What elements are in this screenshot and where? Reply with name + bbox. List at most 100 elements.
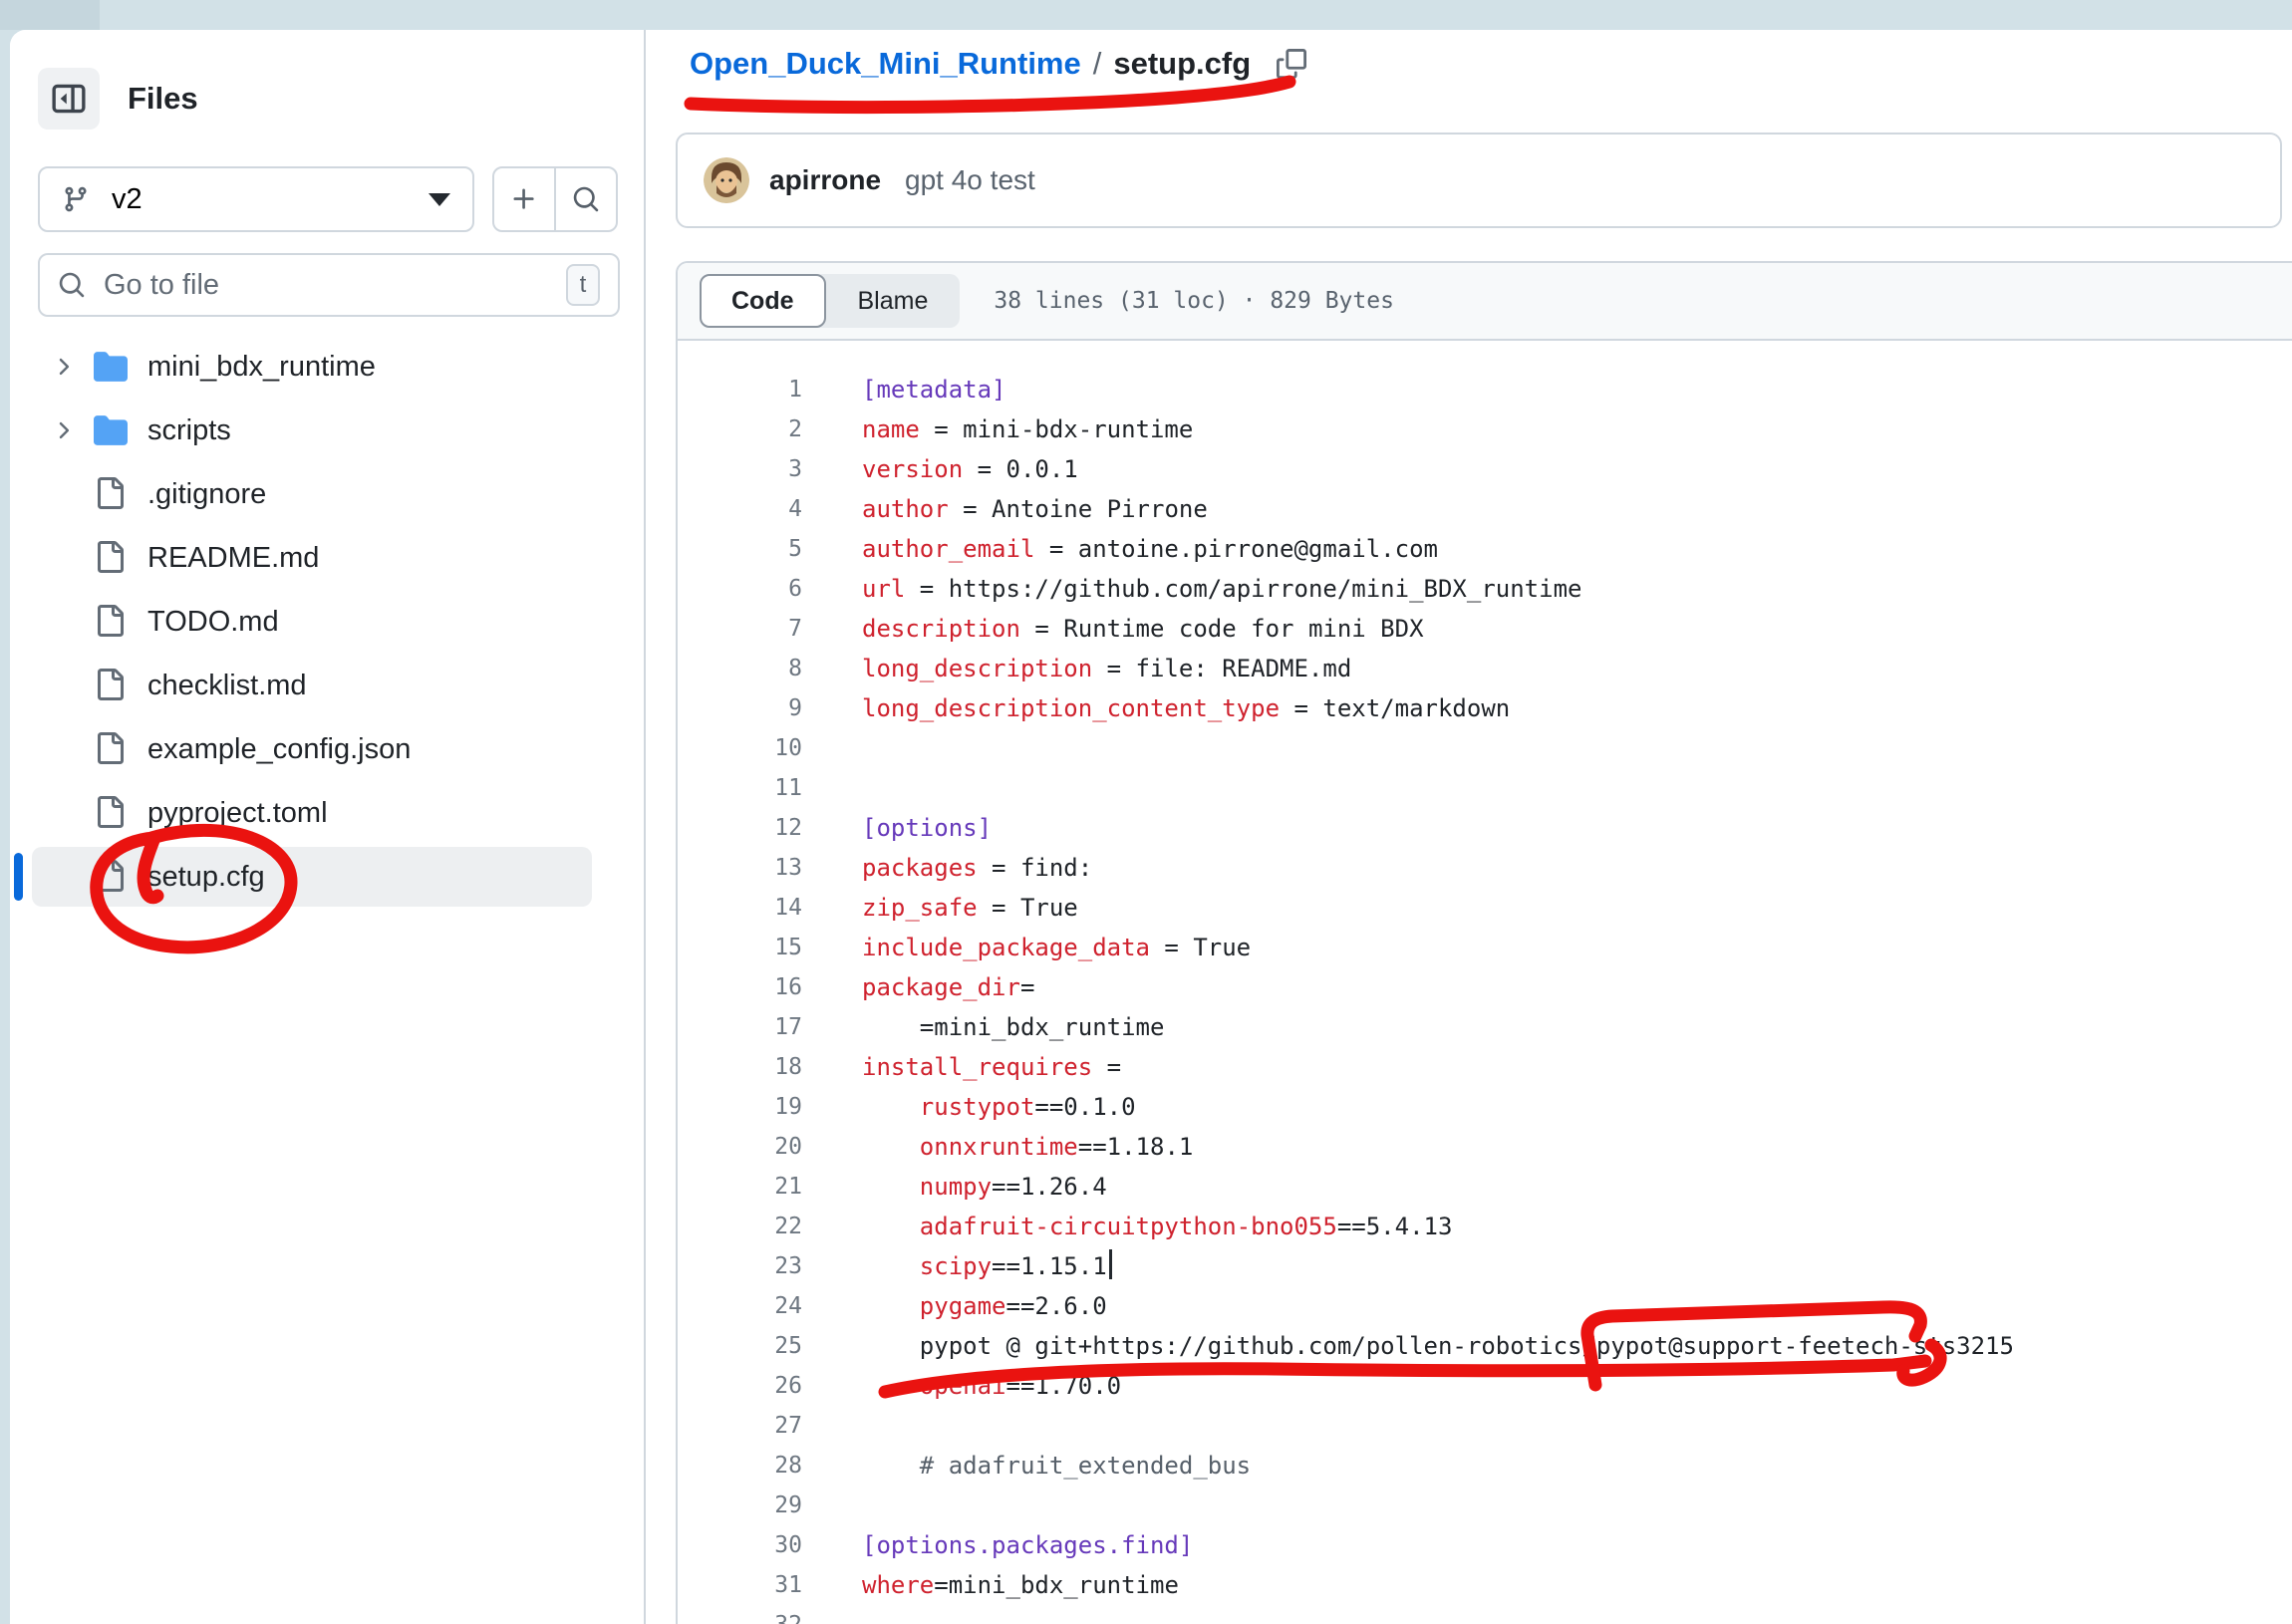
tree-item-label: TODO.md xyxy=(147,606,279,639)
line-number[interactable]: 30 xyxy=(678,1525,802,1565)
tree-item-checklist.md[interactable]: checklist.md xyxy=(10,654,644,717)
chevron-right-icon[interactable] xyxy=(50,354,76,380)
code-line-7: 7 description = Runtime code for mini BDX xyxy=(678,609,2292,649)
code-line-28: 28 # adafruit_extended_bus xyxy=(678,1446,2292,1486)
tree-item-label: .gitignore xyxy=(147,478,266,511)
line-number[interactable]: 32 xyxy=(678,1605,802,1624)
chevron-right-icon[interactable] xyxy=(50,417,76,443)
code-line-9: 9long_description_content_type = text/ma… xyxy=(678,688,2292,728)
file-icon xyxy=(94,796,128,830)
copy-path-button[interactable] xyxy=(1277,49,1306,79)
selected-row-accent-bar xyxy=(14,853,23,901)
line-number[interactable]: 13 xyxy=(678,848,802,888)
breadcrumb: Open_Duck_Mini_Runtime / setup.cfg xyxy=(690,46,1306,82)
line-content: [options.packages.find] xyxy=(862,1525,1193,1565)
line-content: numpy==1.26.4 xyxy=(862,1167,1107,1207)
tree-item-label: scripts xyxy=(147,414,231,447)
folder-icon xyxy=(94,413,128,447)
line-number[interactable]: 7 xyxy=(678,609,802,649)
line-number[interactable]: 26 xyxy=(678,1366,802,1406)
line-number[interactable]: 25 xyxy=(678,1326,802,1366)
file-icon xyxy=(94,860,128,894)
line-number[interactable]: 24 xyxy=(678,1286,802,1326)
tab-blame[interactable]: Blame xyxy=(826,274,961,328)
file-tree: mini_bdx_runtimescripts .gitignore README.… xyxy=(10,335,644,909)
line-content: include_package_data = True xyxy=(862,928,1251,967)
tree-item-setup.cfg[interactable]: setup.cfg xyxy=(10,845,644,909)
line-number[interactable]: 20 xyxy=(678,1127,802,1167)
tree-item-TODO.md[interactable]: TODO.md xyxy=(10,590,644,654)
line-number[interactable]: 31 xyxy=(678,1565,802,1605)
shortcut-key-badge: t xyxy=(566,264,600,306)
breadcrumb-repo-link[interactable]: Open_Duck_Mini_Runtime xyxy=(690,46,1081,82)
file-view-header: Code Blame 38 lines (31 loc) · 829 Bytes xyxy=(678,263,2292,341)
line-number[interactable]: 9 xyxy=(678,688,802,728)
commit-message[interactable]: gpt 4o test xyxy=(905,164,1035,196)
code-line-29: 29 xyxy=(678,1486,2292,1525)
line-content: install_requires = xyxy=(862,1047,1121,1087)
files-header: Files xyxy=(38,68,198,130)
line-number[interactable]: 27 xyxy=(678,1406,802,1446)
tree-item-mini_bdx_runtime[interactable]: mini_bdx_runtime xyxy=(10,335,644,399)
line-number[interactable]: 19 xyxy=(678,1087,802,1127)
line-number[interactable]: 22 xyxy=(678,1207,802,1246)
line-number[interactable]: 28 xyxy=(678,1446,802,1486)
line-number[interactable]: 5 xyxy=(678,529,802,569)
line-number[interactable]: 21 xyxy=(678,1167,802,1207)
new-file-button[interactable] xyxy=(494,168,554,230)
code-line-30: 30 [options.packages.find] xyxy=(678,1525,2292,1565)
line-number[interactable]: 16 xyxy=(678,967,802,1007)
line-number[interactable]: 1 xyxy=(678,370,802,409)
line-number[interactable]: 3 xyxy=(678,449,802,489)
line-content: author_email = antoine.pirrone@gmail.com xyxy=(862,529,1438,569)
commit-author[interactable]: apirrone xyxy=(769,164,881,196)
line-number[interactable]: 29 xyxy=(678,1486,802,1525)
line-number[interactable]: 11 xyxy=(678,768,802,808)
line-content: # adafruit_extended_bus xyxy=(862,1446,1251,1486)
line-number[interactable]: 15 xyxy=(678,928,802,967)
git-branch-icon xyxy=(62,185,90,213)
tree-item-README.md[interactable]: README.md xyxy=(10,526,644,590)
go-to-file-input[interactable]: Go to file t xyxy=(38,253,620,317)
tree-item-scripts[interactable]: scripts xyxy=(10,399,644,462)
code-line-16: 16 package_dir= xyxy=(678,967,2292,1007)
code-line-24: 24 pygame==2.6.0 xyxy=(678,1286,2292,1326)
line-number[interactable]: 14 xyxy=(678,888,802,928)
copy-icon xyxy=(1277,49,1306,79)
line-number[interactable]: 6 xyxy=(678,569,802,609)
tree-item-example_config.json[interactable]: example_config.json xyxy=(10,717,644,781)
code-line-6: 6url = https://github.com/apirrone/mini_… xyxy=(678,569,2292,609)
code-line-4: 4 author = Antoine Pirrone xyxy=(678,489,2292,529)
line-content: description = Runtime code for mini BDX xyxy=(862,609,1424,649)
avatar[interactable] xyxy=(704,157,749,203)
line-number[interactable]: 18 xyxy=(678,1047,802,1087)
branch-selector-button[interactable]: v2 xyxy=(38,166,474,232)
line-content: package_dir= xyxy=(862,967,1034,1007)
code-content: 1[metadata]2name = mini-bdx-runtime3vers… xyxy=(678,341,2292,1624)
line-number[interactable]: 23 xyxy=(678,1246,802,1286)
tree-item-pyproject.toml[interactable]: pyproject.toml xyxy=(10,781,644,845)
file-icon xyxy=(94,477,128,511)
line-number[interactable]: 10 xyxy=(678,728,802,768)
search-icon xyxy=(572,185,600,213)
line-number[interactable]: 8 xyxy=(678,649,802,688)
tree-item-.gitignore[interactable]: .gitignore xyxy=(10,462,644,526)
code-line-15: 15 include_package_data = True xyxy=(678,928,2292,967)
line-content: long_description = file: README.md xyxy=(862,649,1351,688)
search-tree-button[interactable] xyxy=(554,168,616,230)
line-content: author = Antoine Pirrone xyxy=(862,489,1208,529)
line-content: adafruit-circuitpython-bno055==5.4.13 xyxy=(862,1207,1452,1246)
line-content: scipy==1.15.1 xyxy=(862,1246,1112,1286)
code-line-10: 10 xyxy=(678,728,2292,768)
line-number[interactable]: 17 xyxy=(678,1007,802,1047)
line-content: onnxruntime==1.18.1 xyxy=(862,1127,1193,1167)
code-line-26: 26 openai==1.70.0 xyxy=(678,1366,2292,1406)
branch-name: v2 xyxy=(112,183,143,216)
collapse-sidebar-button[interactable] xyxy=(38,68,100,130)
line-number[interactable]: 12 xyxy=(678,808,802,848)
line-number[interactable]: 4 xyxy=(678,489,802,529)
latest-commit-bar[interactable]: apirrone gpt 4o test xyxy=(676,133,2282,228)
line-number[interactable]: 2 xyxy=(678,409,802,449)
chevron-down-icon xyxy=(429,193,450,206)
tab-code[interactable]: Code xyxy=(700,274,826,328)
